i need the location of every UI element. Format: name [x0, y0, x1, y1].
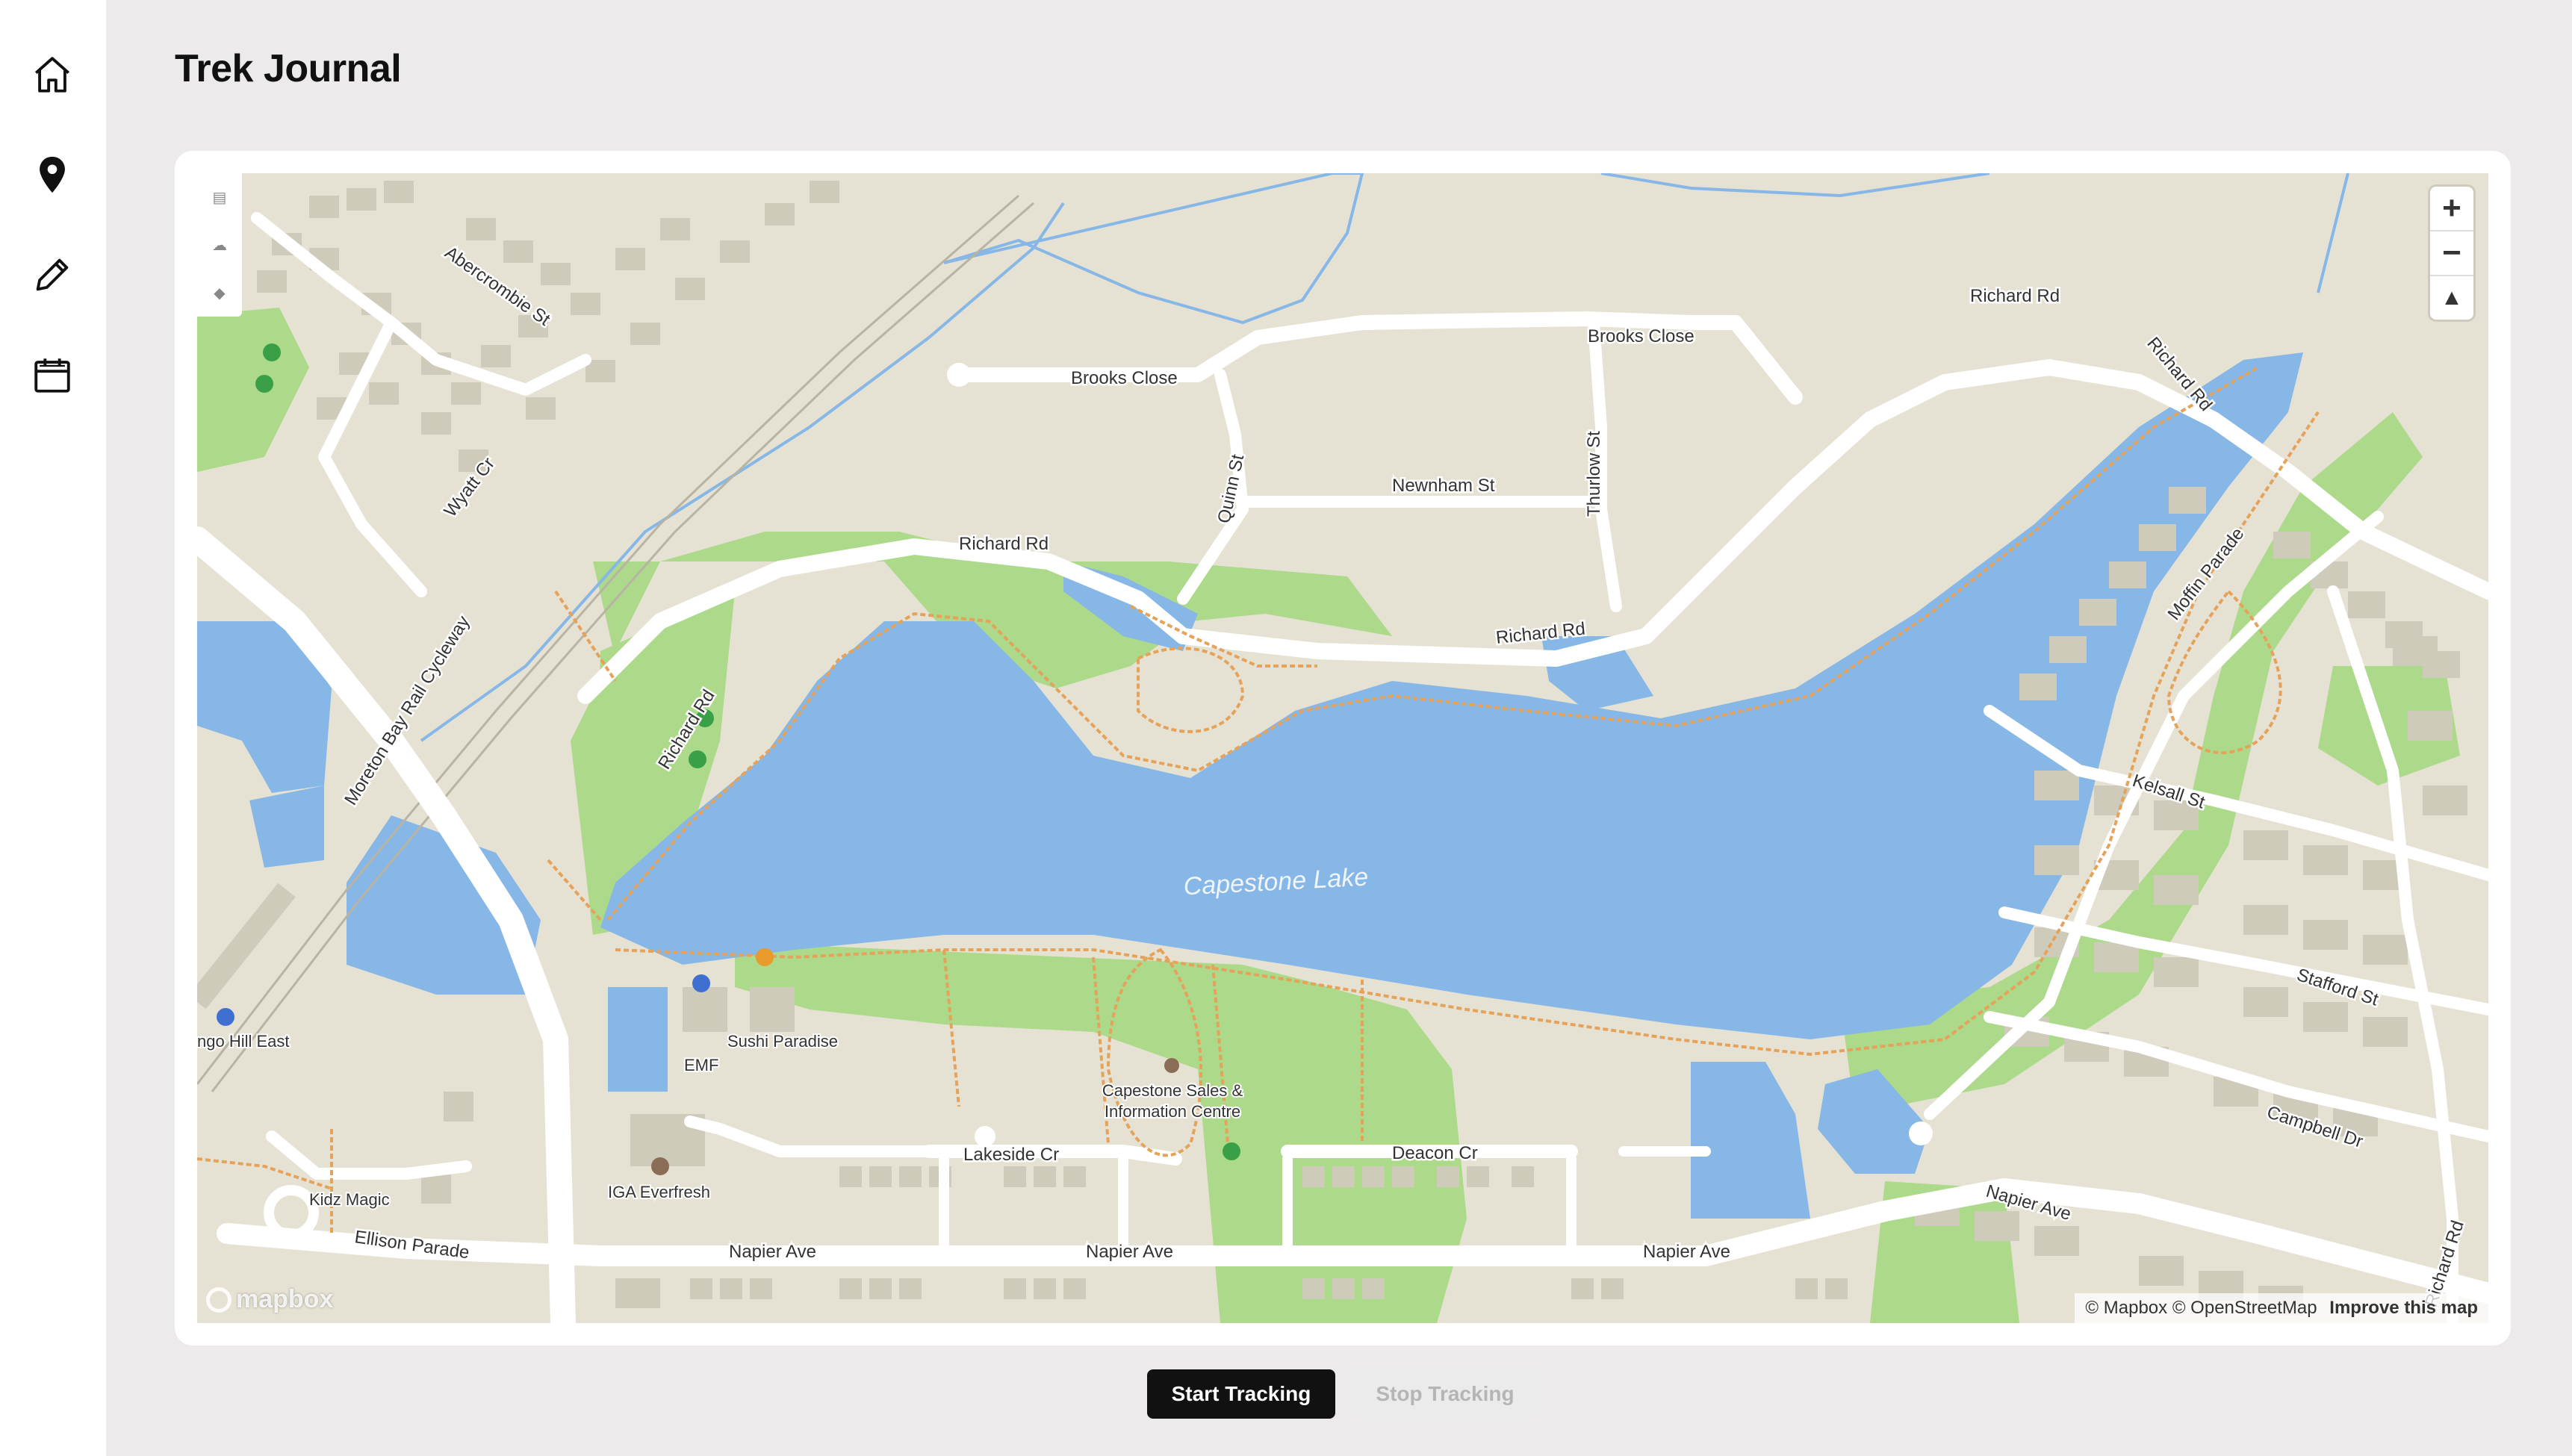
poi-label: EMF — [684, 1056, 718, 1074]
poi-label: Sushi Paradise — [727, 1032, 838, 1051]
water-pond — [608, 987, 668, 1092]
road-turnaround — [947, 363, 971, 387]
road-label: Napier Ave — [1643, 1242, 1730, 1262]
road-label: Lakeside Cr — [963, 1145, 1059, 1165]
layer-book-button[interactable]: ▤ — [197, 173, 242, 221]
compass-button[interactable]: ▲ — [2430, 276, 2473, 320]
road-turnaround — [975, 1126, 995, 1147]
nav-map[interactable] — [27, 149, 78, 200]
road-label: Napier Ave — [1086, 1242, 1173, 1262]
mapbox-logo-icon — [206, 1287, 232, 1313]
zoom-out-button[interactable]: − — [2430, 231, 2473, 276]
start-tracking-button[interactable]: Start Tracking — [1147, 1369, 1335, 1419]
calendar-icon — [34, 358, 70, 393]
layer-switcher: ▤ ☁ ◆ — [197, 173, 242, 317]
attribution-mapbox-link[interactable]: © Mapbox — [2085, 1298, 2167, 1318]
poi-label: Information Centre — [1105, 1102, 1240, 1121]
road-turnaround — [1909, 1121, 1933, 1145]
road-label: Richard Rd — [1970, 286, 2060, 306]
road-label: Brooks Close — [1588, 326, 1695, 346]
page-title: Trek Journal — [175, 47, 402, 90]
poi-label: IGA Everfresh — [608, 1183, 710, 1201]
road-label: Thurlow St — [1584, 431, 1604, 517]
road-label: Richard Rd — [959, 534, 1049, 554]
poi-label: Kidz Magic — [309, 1190, 390, 1209]
nav-calendar[interactable] — [27, 349, 78, 400]
road-label: Newnham St — [1392, 476, 1495, 496]
home-icon — [34, 57, 70, 93]
layer-traffic-button[interactable]: ◆ — [197, 269, 242, 317]
nav-home[interactable] — [27, 49, 78, 100]
poi-label: Capestone Sales & — [1102, 1081, 1243, 1100]
pencil-icon — [36, 258, 69, 291]
mapbox-logo[interactable]: mapbox — [206, 1285, 333, 1314]
map-pin-icon — [40, 156, 65, 193]
road-label: Napier Ave — [729, 1242, 816, 1262]
nav-journal[interactable] — [27, 249, 78, 300]
layer-weather-button[interactable]: ☁ — [197, 221, 242, 269]
map-view[interactable]: Capestone Lake Abercrombie St Wyatt Cr M… — [197, 173, 2488, 1323]
stop-tracking-button[interactable]: Stop Tracking — [1353, 1369, 1537, 1419]
poi-label: ngo Hill East — [197, 1032, 290, 1051]
basemap[interactable]: Capestone Lake Abercrombie St Wyatt Cr M… — [197, 173, 2488, 1323]
mapbox-logo-text: mapbox — [236, 1285, 334, 1313]
zoom-in-button[interactable]: + — [2430, 187, 2473, 231]
zoom-control: + − ▲ — [2430, 187, 2473, 320]
attribution-osm-link[interactable]: © OpenStreetMap — [2172, 1298, 2317, 1318]
improve-map-link[interactable]: Improve this map — [2329, 1298, 2478, 1318]
map-attribution: © Mapbox © OpenStreetMap Improve this ma… — [2075, 1293, 2488, 1323]
sidebar — [0, 0, 106, 1456]
road-label: Brooks Close — [1071, 368, 1178, 388]
road-label: Deacon Cr — [1392, 1143, 1478, 1163]
